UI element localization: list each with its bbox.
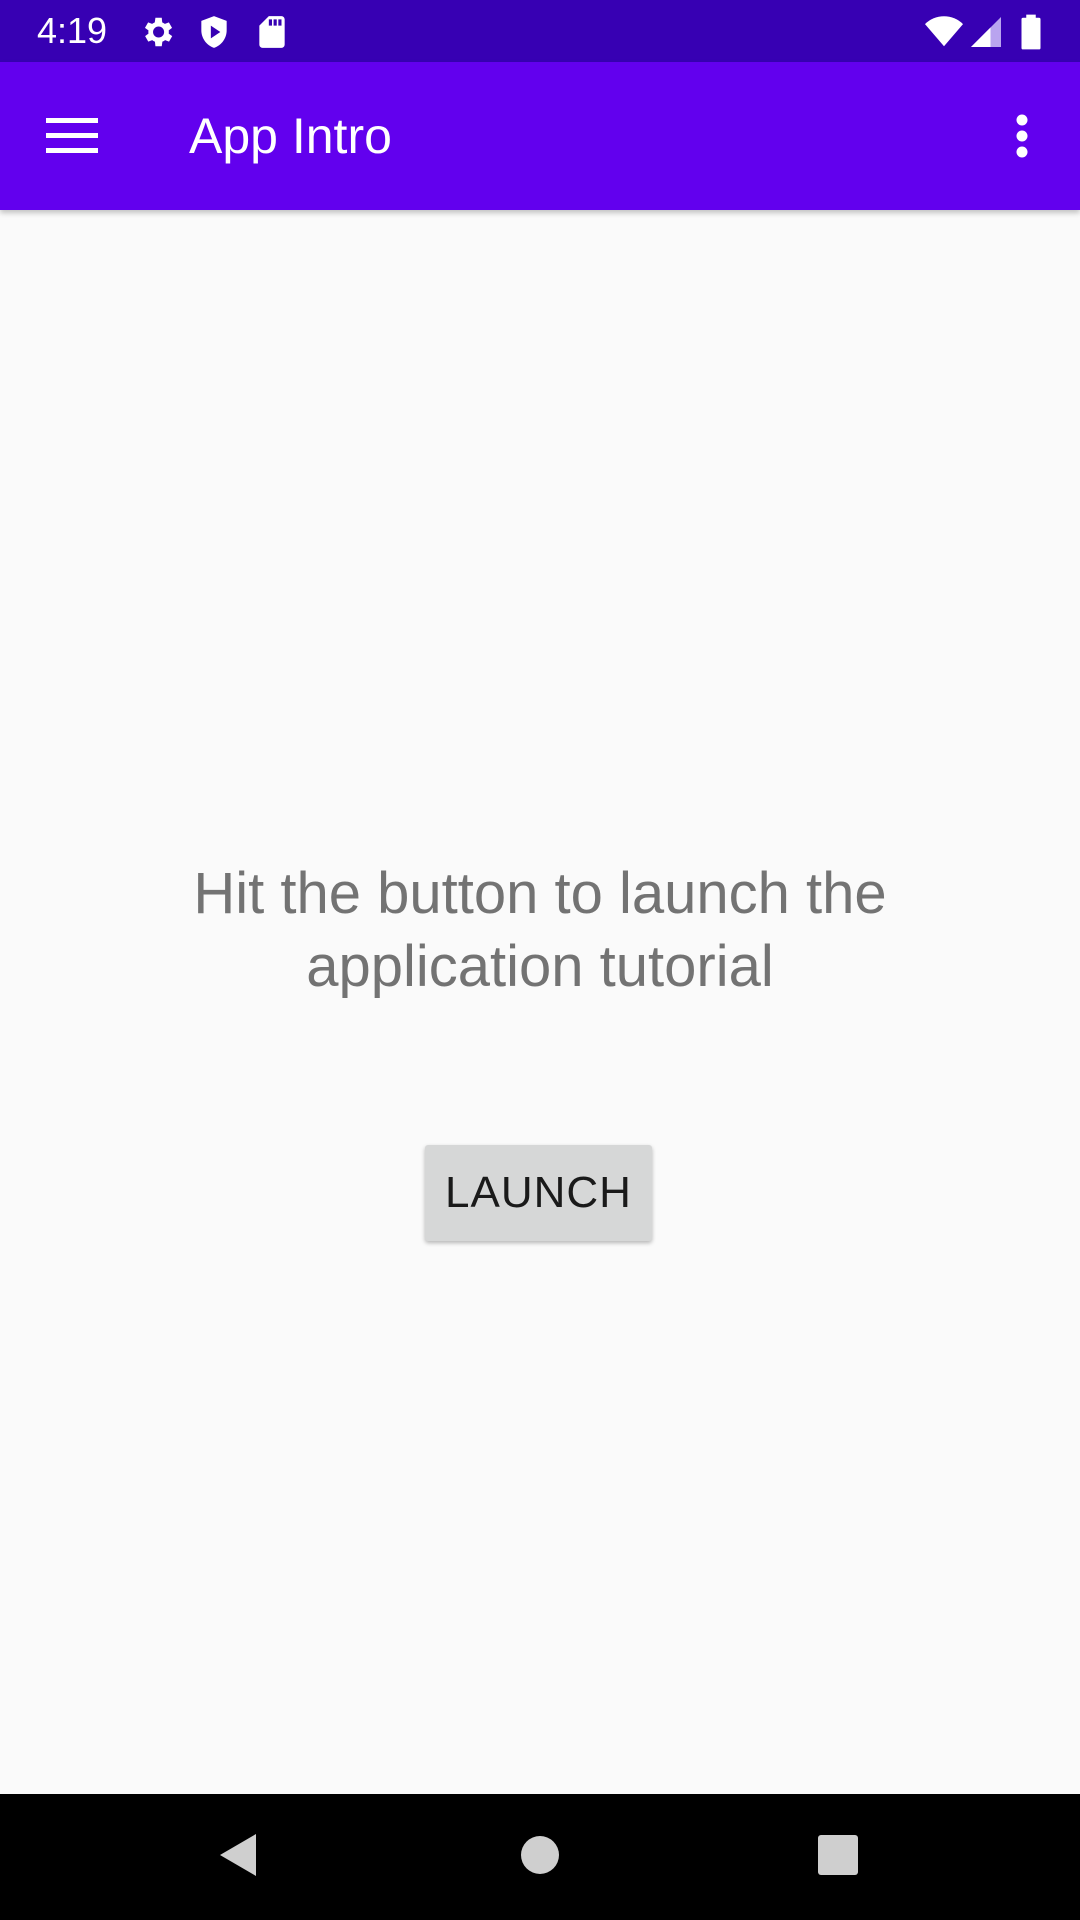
status-time: 4:19 — [37, 10, 108, 51]
shield-play-icon — [195, 13, 233, 51]
recents-button[interactable] — [803, 1822, 873, 1892]
menu-button[interactable] — [36, 100, 108, 172]
sd-card-icon — [253, 13, 291, 51]
home-button[interactable] — [505, 1822, 575, 1892]
tutorial-message: Hit the button to launch the application… — [193, 861, 887, 999]
settings-icon — [138, 13, 176, 51]
wifi-icon — [922, 13, 966, 51]
battery-icon — [1014, 13, 1048, 51]
recents-icon — [817, 1834, 859, 1881]
more-vert-icon — [1015, 114, 1029, 158]
app-title: App Intro — [189, 108, 392, 164]
overflow-menu-button[interactable] — [986, 100, 1058, 172]
signal-icon — [968, 13, 1004, 51]
back-icon — [218, 1831, 258, 1884]
navigation-bar — [0, 1794, 1080, 1920]
status-bar: 4:19 — [0, 0, 1080, 62]
hamburger-menu-icon — [46, 116, 98, 156]
back-button[interactable] — [203, 1822, 273, 1892]
app-bar: App Intro — [0, 62, 1080, 210]
launch-button[interactable]: LAUNCH — [425, 1145, 652, 1241]
home-icon — [520, 1835, 560, 1880]
